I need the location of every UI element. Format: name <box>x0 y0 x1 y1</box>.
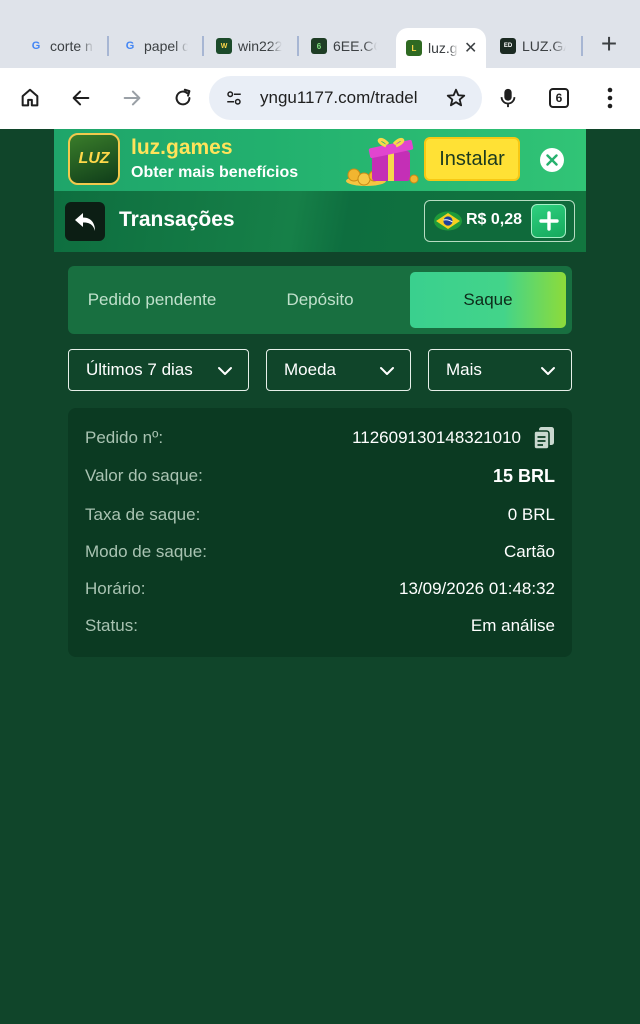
browser-tab-label: win222 <box>238 38 282 54</box>
more-filter-label: Mais <box>446 360 482 379</box>
chevron-down-icon <box>380 367 394 375</box>
plus-icon <box>538 211 559 231</box>
order-number-row: Pedido nº: 112609130148321010 <box>85 426 555 452</box>
amount-row: Valor do saque: 15 BRL <box>85 466 555 490</box>
period-filter-label: Últimos 7 dias <box>86 360 193 379</box>
bookmark-star-icon[interactable] <box>441 83 471 113</box>
fee-row: Taxa de saque: 0 BRL <box>85 505 555 529</box>
more-filter-select[interactable]: Mais <box>428 349 572 391</box>
install-button[interactable]: Instalar <box>424 137 520 181</box>
balance-box: R$ 0,28 <box>424 200 575 242</box>
back-arrow-icon[interactable] <box>66 83 96 113</box>
transaction-card: Pedido nº: 112609130148321010 Valor do s… <box>68 408 572 657</box>
chevron-down-icon <box>541 367 555 375</box>
balance-amount: R$ 0,28 <box>466 211 523 228</box>
browser-tab-label: corte n <box>50 38 93 54</box>
amount-label: Valor do saque: <box>85 466 203 485</box>
luz-favicon: L <box>406 40 422 56</box>
browser-tab-4[interactable]: 6 6EE.CO <box>311 28 377 64</box>
fee-value: 0 BRL <box>507 505 555 524</box>
status-value: Em análise <box>470 616 555 635</box>
6ee-favicon: 6 <box>311 38 327 54</box>
page-title: Transações <box>119 208 235 231</box>
time-label: Horário: <box>85 579 146 598</box>
tab-switcher-button[interactable]: 6 <box>544 83 574 113</box>
reload-icon[interactable] <box>168 83 198 113</box>
browser-tab-active[interactable]: L luz.g ✕ <box>396 28 486 68</box>
status-row: Status: Em análise <box>85 616 555 640</box>
status-label: Status: <box>85 616 138 635</box>
banner-title: luz.games <box>131 136 233 159</box>
currency-filter-label: Moeda <box>284 360 336 379</box>
copy-icon[interactable] <box>533 426 555 450</box>
google-icon: G <box>31 40 41 52</box>
tab-withdrawal[interactable]: Saque <box>410 272 566 328</box>
browser-tab-1[interactable]: G corte n <box>28 28 94 64</box>
more-menu-icon[interactable] <box>595 83 625 113</box>
transaction-type-tabs: Pedido pendente Depósito Saque <box>68 266 572 334</box>
tab-divider <box>297 36 299 56</box>
logo-text: LUZ <box>78 150 110 167</box>
browser-tab-label: 6EE.CO <box>333 38 377 54</box>
forward-arrow-icon[interactable] <box>117 83 147 113</box>
tab-divider <box>581 36 583 56</box>
mode-value: Cartão <box>503 542 555 561</box>
browser-tab-3[interactable]: W win222 <box>216 28 282 64</box>
google-icon: G <box>125 40 135 52</box>
url-text[interactable]: yngu1177.com/tradel <box>260 88 430 108</box>
brazil-flag-icon <box>434 211 462 231</box>
tab-count: 6 <box>549 88 569 108</box>
microphone-icon[interactable] <box>493 83 523 113</box>
new-tab-plus-icon[interactable]: + <box>594 30 624 60</box>
browser-tab-2[interactable]: G papel d <box>122 28 188 64</box>
browser-tab-label: LUZ.GA <box>522 38 566 54</box>
banner-subtitle: Obter mais benefícios <box>131 164 299 181</box>
time-value: 13/09/2026 01:48:32 <box>399 579 555 598</box>
tab-deposit[interactable]: Depósito <box>242 272 398 328</box>
close-banner-icon[interactable] <box>540 148 564 172</box>
time-row: Horário: 13/09/2026 01:48:32 <box>85 579 555 603</box>
luz-ga-favicon: ED <box>500 38 516 54</box>
site-settings-icon[interactable] <box>225 89 243 112</box>
browser-toolbar: yngu1177.com/tradel 6 <box>0 68 640 129</box>
win222-favicon: W <box>216 38 232 54</box>
fee-label: Taxa de saque: <box>85 505 201 524</box>
install-app-banner: LUZ luz.games Obter mais benefícios Inst… <box>54 129 586 191</box>
browser-tab-label: luz.g <box>428 40 458 56</box>
close-tab-icon[interactable]: ✕ <box>464 38 477 58</box>
back-button[interactable] <box>65 202 105 241</box>
luz-games-logo: LUZ <box>68 133 120 185</box>
mode-label: Modo de saque: <box>85 542 207 561</box>
home-icon[interactable] <box>15 83 45 113</box>
chevron-down-icon <box>218 367 232 375</box>
deposit-plus-button[interactable] <box>531 204 566 238</box>
back-arrow-icon <box>75 212 95 231</box>
mode-row: Modo de saque: Cartão <box>85 542 555 566</box>
currency-filter-select[interactable]: Moeda <box>266 349 411 391</box>
tab-pending-orders[interactable]: Pedido pendente <box>74 272 230 328</box>
tab-divider <box>202 36 204 56</box>
order-number-value: 112609130148321010 <box>352 428 521 447</box>
period-filter-select[interactable]: Últimos 7 dias <box>68 349 249 391</box>
tab-divider <box>107 36 109 56</box>
browser-tab-strip: G corte n G papel d W win222 6 6EE.CO L … <box>0 0 640 68</box>
page-header: Transações R$ 0,28 <box>54 191 586 252</box>
amount-value: 15 BRL <box>492 466 555 486</box>
browser-tab-label: papel d <box>144 38 188 54</box>
gift-box-icon <box>346 137 419 186</box>
browser-tab-6[interactable]: ED LUZ.GA <box>500 28 566 64</box>
order-number-label: Pedido nº: <box>85 428 164 447</box>
